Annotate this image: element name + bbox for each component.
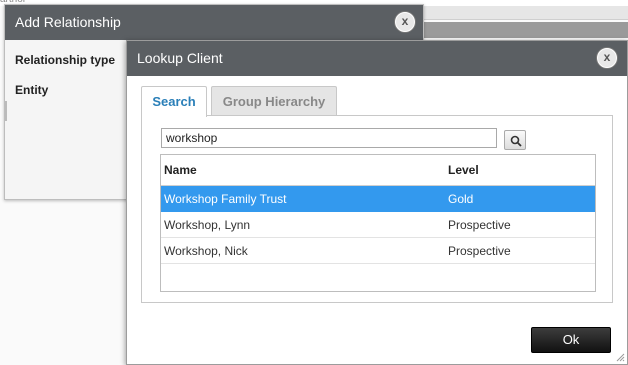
add-relationship-close-button[interactable]: x xyxy=(395,12,415,32)
search-input[interactable] xyxy=(161,128,497,148)
cell-name: Workshop, Lynn xyxy=(164,218,251,232)
column-header-name[interactable]: Name xyxy=(164,155,197,186)
tab-group-hierarchy[interactable]: Group Hierarchy xyxy=(211,86,337,116)
table-row[interactable]: Workshop, Lynn Prospective xyxy=(161,212,595,238)
field-edge xyxy=(5,101,7,121)
ok-button[interactable]: Ok xyxy=(531,327,611,353)
background-bar xyxy=(424,22,628,38)
cell-name: Workshop Family Trust xyxy=(164,192,287,206)
tab-search[interactable]: Search xyxy=(141,86,207,117)
cell-level: Prospective xyxy=(448,244,511,258)
column-header-level[interactable]: Level xyxy=(448,155,479,186)
cell-name: Workshop, Nick xyxy=(164,244,248,258)
entity-label: Entity xyxy=(15,83,49,97)
relationship-type-label: Relationship type xyxy=(15,53,116,67)
magnifier-icon xyxy=(510,135,522,147)
table-row[interactable]: Workshop Family Trust Gold xyxy=(161,186,595,212)
cell-level: Prospective xyxy=(448,218,511,232)
search-button[interactable] xyxy=(504,130,526,150)
background-toolbar xyxy=(424,6,628,20)
results-table: Name Level Workshop Family Trust Gold Wo… xyxy=(160,154,596,292)
lookup-client-close-button[interactable]: x xyxy=(597,48,617,68)
lookup-client-dialog: Lookup Client x Search Group Hierarchy N… xyxy=(126,40,628,365)
add-relationship-title: Add Relationship xyxy=(5,5,423,40)
resize-grip-icon[interactable] xyxy=(615,352,625,362)
table-header: Name Level xyxy=(161,155,595,186)
search-panel: Name Level Workshop Family Trust Gold Wo… xyxy=(141,115,613,303)
cell-level: Gold xyxy=(448,192,474,206)
lookup-client-title: Lookup Client xyxy=(127,41,627,76)
table-row[interactable]: Workshop, Nick Prospective xyxy=(161,238,595,264)
